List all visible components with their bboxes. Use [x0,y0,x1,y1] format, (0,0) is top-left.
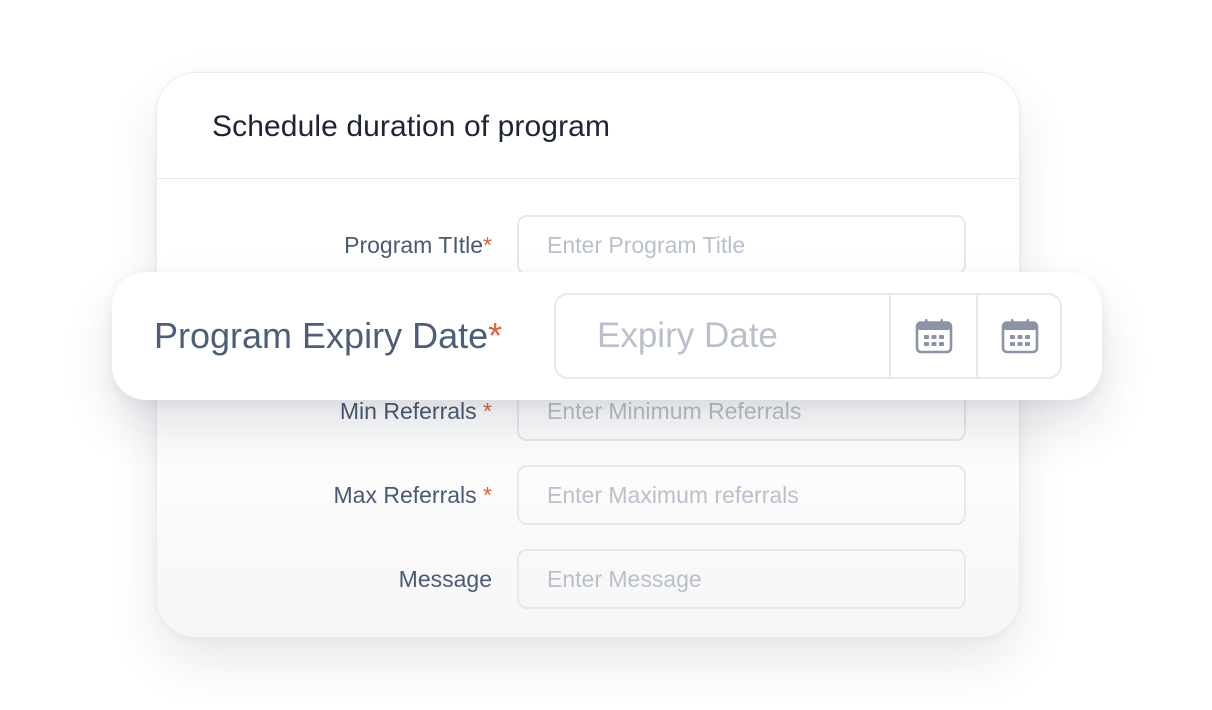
message-label: Message [399,549,492,609]
calendar-icon [915,318,953,354]
required-asterisk: * [483,398,492,424]
program-title-label: Program TItle* [344,215,492,275]
message-label-text: Message [398,566,492,592]
expiry-date-label-text: Program Expiry Date [154,315,489,356]
max-referrals-row: Max Referrals * [157,465,1019,525]
program-title-row: Program TItle* [157,215,1019,275]
expiry-date-input[interactable] [556,295,889,377]
max-referrals-label: Max Referrals * [334,465,493,525]
expiry-date-card: Program Expiry Date* [112,272,1102,400]
message-row: Message [157,549,1019,609]
min-referrals-label-text: Min Referrals [339,398,484,424]
max-referrals-label-text: Max Referrals [333,482,484,508]
max-referrals-input[interactable] [517,465,966,525]
calendar-button[interactable] [889,295,976,377]
required-asterisk: * [483,232,492,258]
expiry-date-label: Program Expiry Date* [154,272,502,400]
program-title-label-text: Program TItle [344,232,484,258]
card-title: Schedule duration of program [212,110,611,143]
expiry-date-group [554,293,1062,379]
calendar-button[interactable] [976,295,1060,377]
calendar-icon [1001,318,1039,354]
card-header: Schedule duration of program [157,73,1019,179]
required-asterisk: * [483,482,492,508]
program-title-input[interactable] [517,215,966,275]
required-asterisk: * [488,315,503,356]
message-input[interactable] [517,549,966,609]
